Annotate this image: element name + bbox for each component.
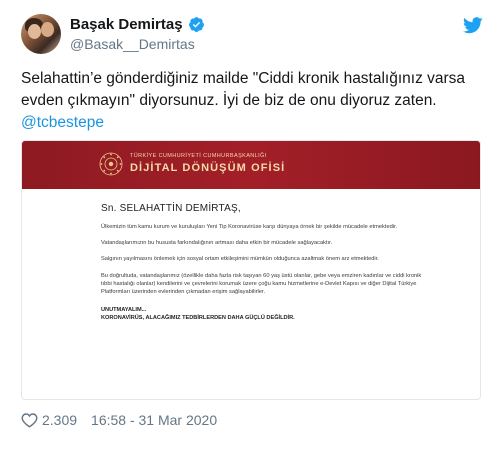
letter-banner: TÜRKİYE CUMHURİYETİ CUMHURBAŞKANLIĞI DİJ… [22, 141, 480, 189]
avatar-face-right [41, 22, 54, 37]
timestamp[interactable]: 16:58 - 31 Mar 2020 [91, 412, 217, 428]
banner-title: DİJİTAL DÖNÜŞÜM OFİSİ [130, 162, 286, 174]
attached-image[interactable]: TÜRKİYE CUMHURİYETİ CUMHURBAŞKANLIĞI DİJ… [21, 140, 481, 400]
tweet-card: Başak Demirtaş @Basak__Demirtas Selahatt… [0, 0, 501, 454]
banner-subtitle: TÜRKİYE CUMHURİYETİ CUMHURBAŞKANLIĞI [130, 153, 267, 159]
turkish-presidency-emblem-icon [99, 152, 123, 176]
tweet-footer: 2.309 16:58 - 31 Mar 2020 [21, 412, 217, 428]
letter-paragraph: Vatandaşlarımızın bu hususta farkındalığ… [101, 240, 333, 247]
avatar[interactable] [21, 14, 61, 54]
letter-closing-line-1: UNUTMAYALIM... [101, 307, 147, 314]
author-name-row: Başak Demirtaş [70, 16, 205, 33]
letter-body: Sn. SELAHATTİN DEMİRTAŞ, Ülkemizin tüm k… [101, 203, 431, 322]
letter-paragraph: Bu doğrultuda, vatandaşlarımız (özellikl… [101, 272, 422, 296]
letter-salutation: Sn. SELAHATTİN DEMİRTAŞ, [101, 203, 241, 214]
mention-link[interactable]: @tcbestepe [21, 114, 104, 131]
display-name[interactable]: Başak Demirtaş [70, 16, 183, 33]
letter-paragraph: Salgının yayılmasını önlemek için sosyal… [101, 256, 379, 263]
tweet-text: Selahattin’e gönderdiğiniz mailde "Ciddi… [21, 68, 481, 134]
heart-icon[interactable] [21, 412, 38, 428]
avatar-face-left [28, 24, 41, 39]
tweet-body: Selahattin’e gönderdiğiniz mailde "Ciddi… [21, 70, 466, 109]
author-handle[interactable]: @Basak__Demirtas [70, 36, 195, 52]
like-count[interactable]: 2.309 [42, 412, 77, 428]
verified-badge-icon [188, 17, 204, 32]
letter-closing-line-2: KORONAVİRÜS, ALACAĞIMIZ TEDBİRLERDEN DAH… [101, 315, 295, 322]
letter-paragraph: Ülkemizin tüm kamu kurum ve kuruluşları … [101, 224, 398, 230]
twitter-bird-icon[interactable] [463, 17, 483, 34]
